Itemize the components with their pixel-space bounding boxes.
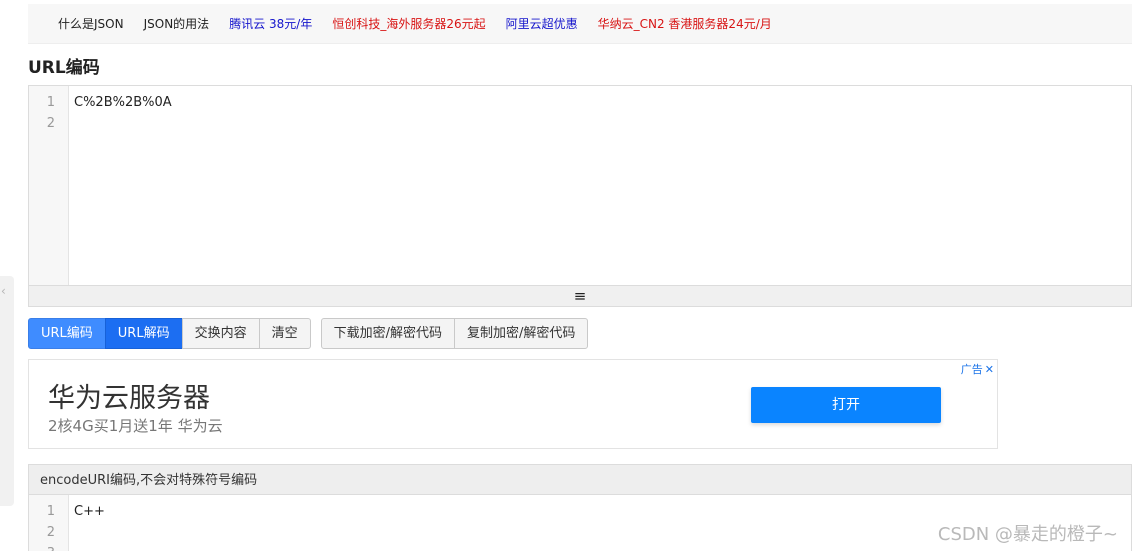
line-number-gutter: 1 2 3 bbox=[29, 495, 69, 551]
line-number: 2 bbox=[46, 525, 55, 540]
code-line[interactable] bbox=[74, 113, 1131, 134]
editor-resize-handle[interactable]: ≡ bbox=[28, 286, 1132, 307]
url-encode-button[interactable]: URL编码 bbox=[28, 318, 106, 349]
close-icon[interactable]: ✕ bbox=[985, 363, 994, 376]
ad-label: 广告 bbox=[960, 363, 983, 376]
top-nav: 什么是JSON JSON的用法 腾讯云 38元/年 恒创科技_海外服务器26元起… bbox=[28, 4, 1132, 44]
nav-link-what-is-json[interactable]: 什么是JSON bbox=[58, 15, 124, 32]
swap-content-button[interactable]: 交换内容 bbox=[181, 318, 260, 349]
url-decode-button[interactable]: URL解码 bbox=[104, 318, 183, 349]
ad-open-button[interactable]: 打开 bbox=[751, 387, 941, 423]
page-title: URL编码 bbox=[28, 58, 100, 78]
download-code-button[interactable]: 下载加密/解密代码 bbox=[320, 318, 456, 349]
chevron-left-icon[interactable]: ‹ bbox=[1, 284, 6, 298]
nav-link-json-usage[interactable]: JSON的用法 bbox=[144, 15, 210, 32]
nav-link-aliyun[interactable]: 阿里云超优惠 bbox=[506, 15, 578, 32]
nav-link-hengchuang[interactable]: 恒创科技_海外服务器26元起 bbox=[332, 15, 485, 32]
watermark: CSDN @暴走的橙子~ bbox=[937, 524, 1118, 545]
input-code-editor[interactable]: 1 2 C%2B%2B%0A bbox=[28, 85, 1132, 286]
action-toolbar: URL编码 URL解码 交换内容 清空 下载加密/解密代码 复制加密/解密代码 bbox=[28, 318, 598, 349]
copy-code-button[interactable]: 复制加密/解密代码 bbox=[454, 318, 589, 349]
ad-title: 华为云服务器 bbox=[48, 383, 210, 414]
line-number: 3 bbox=[29, 543, 68, 551]
drag-handle-icon[interactable]: ≡ bbox=[574, 287, 587, 305]
ad-badge: 广告 ✕ bbox=[961, 361, 994, 377]
code-line[interactable]: C++ bbox=[74, 501, 1131, 522]
code-button-group: 下载加密/解密代码 复制加密/解密代码 bbox=[320, 318, 589, 349]
code-line[interactable]: C%2B%2B%0A bbox=[74, 92, 1131, 113]
encode-button-group: URL编码 URL解码 交换内容 清空 bbox=[28, 318, 311, 349]
ad-banner[interactable]: 华为云服务器 2核4G买1月送1年 华为云 打开 广告 ✕ bbox=[28, 359, 998, 449]
line-number-gutter: 1 2 bbox=[29, 86, 69, 285]
ad-subtitle: 2核4G买1月送1年 华为云 bbox=[48, 417, 223, 435]
editor-content[interactable]: C%2B%2B%0A bbox=[74, 92, 1131, 134]
clear-button[interactable]: 清空 bbox=[258, 318, 311, 349]
collapse-side-tab[interactable]: ‹ bbox=[0, 276, 14, 506]
line-number: 1 bbox=[46, 95, 55, 110]
line-number: 1 bbox=[46, 504, 55, 519]
nav-link-tencent-cloud[interactable]: 腾讯云 38元/年 bbox=[229, 15, 312, 32]
nav-link-huana-cloud[interactable]: 华纳云_CN2 香港服务器24元/月 bbox=[598, 15, 772, 32]
output-panel-header: encodeURI编码,不会对特殊符号编码 bbox=[28, 464, 1132, 495]
line-number: 2 bbox=[46, 116, 55, 131]
